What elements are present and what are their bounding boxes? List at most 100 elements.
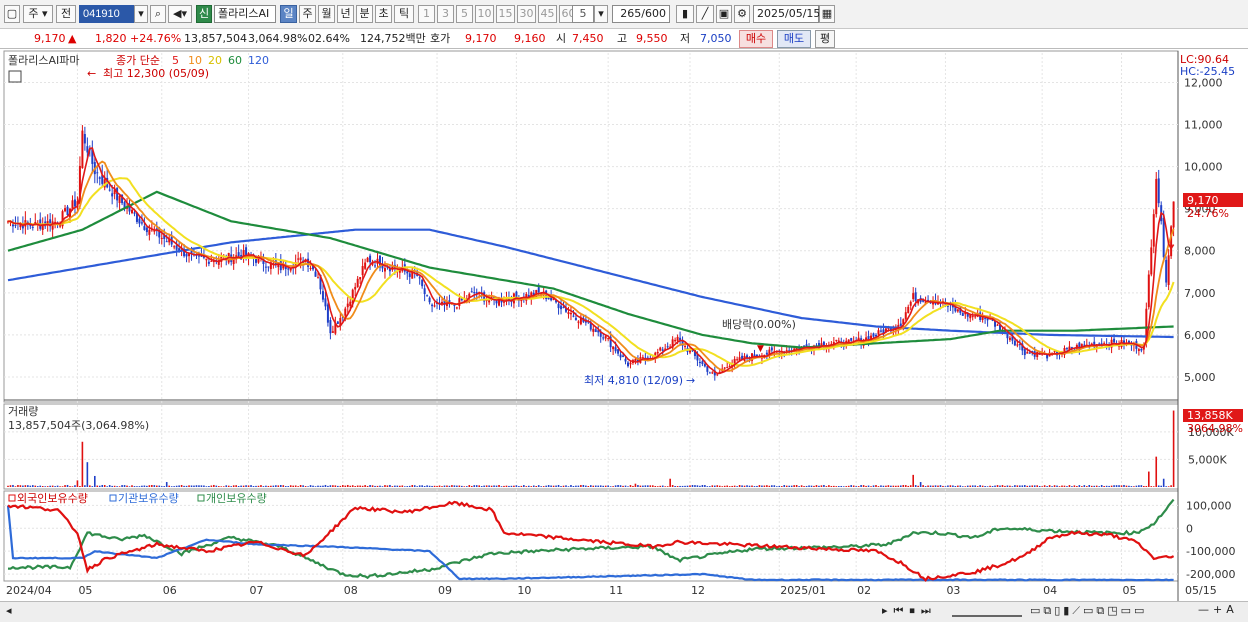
interval-15-button[interactable]: 15 (496, 5, 515, 23)
prev-button[interactable]: 전 (56, 5, 76, 23)
volume-bar (227, 485, 230, 487)
volume-bar (766, 485, 768, 487)
volume-bar (1026, 485, 1029, 487)
candle-body (264, 266, 267, 268)
volume-bar (322, 485, 324, 487)
volume-bar (121, 485, 123, 487)
volume-bar (1165, 486, 1167, 487)
table-icon[interactable] (8, 70, 22, 83)
volume-bar (342, 485, 344, 487)
period-year-button[interactable]: 년 (337, 5, 354, 23)
stock-code-input[interactable] (79, 5, 135, 23)
volume-bar (34, 485, 37, 487)
volume-bar (500, 486, 503, 487)
trendline-icon[interactable]: ╱ (696, 5, 714, 23)
volume-bar (1038, 485, 1041, 487)
volume-bar (220, 486, 223, 487)
period-second-button[interactable]: 초 (375, 5, 392, 23)
volume-bar (818, 485, 820, 487)
volume-bar (304, 486, 307, 487)
holding-tick-label: -100,000 (1186, 545, 1235, 558)
volume-bar (1076, 486, 1078, 487)
interval-45-button[interactable]: 45 (538, 5, 557, 23)
volume-bar (270, 485, 272, 487)
volume-bar (674, 486, 676, 487)
interval-10-button[interactable]: 10 (475, 5, 494, 23)
period-tick-button[interactable]: 틱 (394, 5, 414, 23)
interval-input[interactable]: 5 (572, 5, 594, 23)
volume-bar (314, 486, 317, 487)
candle-body (594, 329, 597, 332)
volume-bar (785, 485, 788, 487)
volume-bar (634, 483, 637, 487)
candle-icon[interactable]: ▮ (676, 5, 694, 23)
candle-body (133, 212, 136, 214)
count-field[interactable]: 265/600 (612, 5, 670, 23)
zoom-slider[interactable] (952, 605, 1022, 617)
scroll-left-icon[interactable]: ◂ (6, 604, 12, 617)
chart-scrollbar[interactable]: ◂ ▸⏮⏹⏭ ▭⧉▯▮⟋▭⧉◳▭▭ —+A (0, 601, 1248, 622)
period-month-button[interactable]: 월 (318, 5, 335, 23)
volume-bar (503, 485, 505, 487)
volume-bar (505, 485, 508, 487)
volume-bar (954, 486, 957, 487)
ma10-legend: 10 (188, 54, 202, 67)
interval-3-button[interactable]: 3 (437, 5, 454, 23)
volume-bar (418, 485, 421, 487)
candle-body (207, 261, 210, 264)
type-select[interactable]: 주 ▾ (23, 5, 53, 23)
candle-body (160, 237, 163, 240)
date-field[interactable]: 2025/05/15 (753, 5, 820, 23)
volume-bar (438, 485, 441, 487)
ex-dividend-annotation: 배당락(0.00%) (722, 318, 796, 331)
volume-bar (96, 485, 99, 487)
sell-button[interactable]: 매도 (777, 30, 811, 48)
calendar-icon[interactable]: ▦ (819, 5, 835, 23)
playback-controls-icon[interactable]: ▸⏮⏹⏭ (882, 604, 937, 618)
interval-1-button[interactable]: 1 (418, 5, 435, 23)
volume-panel-title: 거래량 (8, 405, 38, 418)
volume-bar (1066, 486, 1068, 487)
window-icon[interactable]: ▢ (4, 5, 20, 23)
interval-dropdown-icon[interactable]: ▾ (594, 5, 608, 23)
candle-body (1053, 351, 1056, 353)
buy-button[interactable]: 매수 (739, 30, 773, 48)
volume-bar (716, 485, 719, 487)
candle-body (961, 313, 964, 316)
code-dropdown-icon[interactable]: ▾ (134, 5, 148, 23)
count-value: 265 (620, 7, 642, 20)
candle-body (560, 305, 563, 310)
price-tick-label: 8,000 (1184, 245, 1216, 258)
period-minute-button[interactable]: 분 (356, 5, 373, 23)
candle-body (614, 347, 617, 352)
volume-bar (272, 485, 275, 487)
volume-bar (468, 485, 471, 487)
search-icon[interactable]: ⌕ (150, 5, 166, 23)
volume-bar (661, 485, 664, 487)
sound-icon[interactable]: ◀▾ (168, 5, 192, 23)
zoom-controls-icon[interactable]: —+A (1198, 603, 1238, 616)
save-icon[interactable]: ▣ (716, 5, 732, 23)
period-week-button[interactable]: 주 (299, 5, 316, 23)
period-day-button[interactable]: 일 (280, 5, 297, 23)
volume-bar (835, 486, 838, 487)
tool-icons[interactable]: ▭⧉▯▮⟋▭⧉◳▭▭ (1030, 604, 1147, 618)
interval-5-button[interactable]: 5 (456, 5, 473, 23)
volume-bar (257, 485, 260, 487)
candle-body (835, 339, 838, 341)
interval-30-button[interactable]: 30 (517, 5, 536, 23)
candle-body (907, 306, 910, 314)
volume-bar (131, 485, 133, 487)
volume-bar (751, 485, 753, 487)
volume-bar (743, 485, 746, 487)
type-select-label: 주 (28, 7, 39, 20)
volume-bar (118, 486, 121, 487)
settings-icon[interactable]: ⚙ (734, 5, 750, 23)
volume-bar (820, 485, 823, 487)
eval-button[interactable]: 평 (815, 30, 835, 48)
candle-body (329, 320, 332, 334)
volume-bar (193, 485, 195, 487)
x-tick-label: 07 (250, 584, 264, 597)
volume-bar (332, 485, 334, 487)
candle-body (629, 362, 632, 365)
